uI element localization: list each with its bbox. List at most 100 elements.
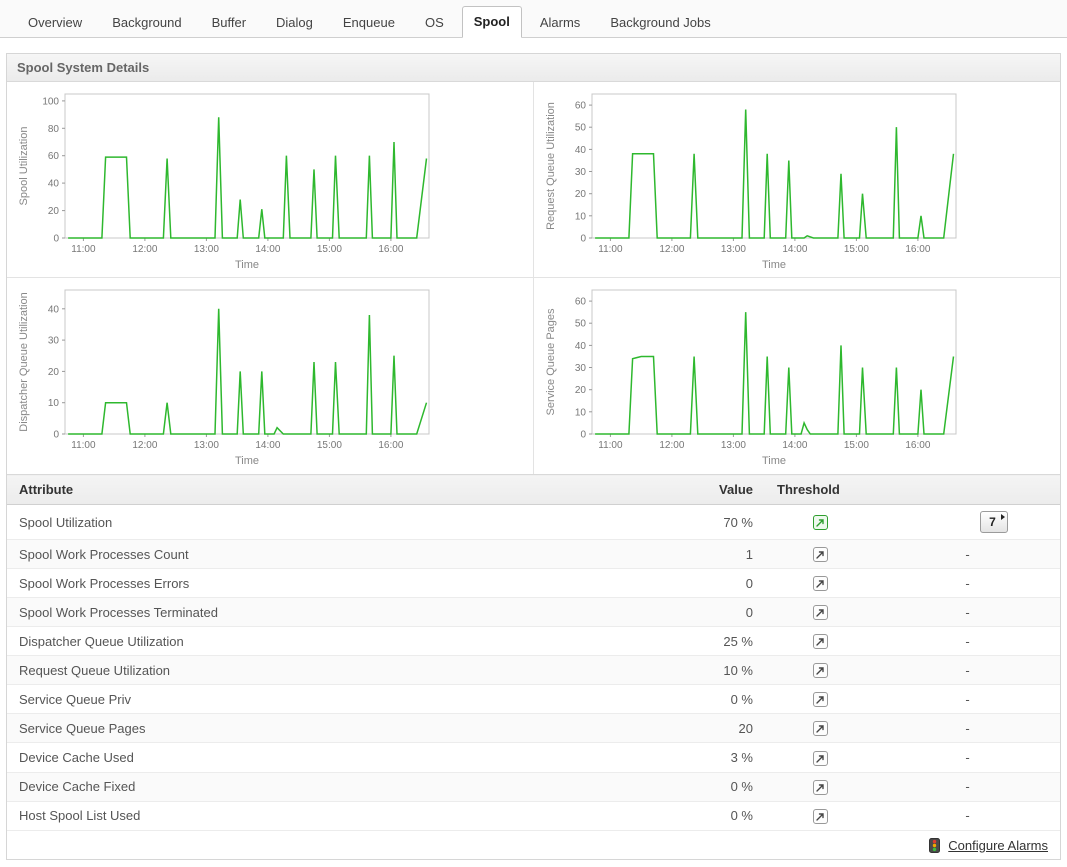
svg-text:14:00: 14:00: [782, 440, 807, 451]
attribute-cell: Service Queue Priv: [7, 684, 675, 715]
value-cell: 0 %: [675, 801, 765, 831]
svg-text:16:00: 16:00: [905, 440, 930, 451]
svg-text:10: 10: [574, 407, 586, 418]
svg-text:14:00: 14:00: [255, 244, 280, 255]
chart-svg-spool-utilization: 0 20 40 60 80 100 11:00 12:00 13:00 14:00 15:00 16:…: [18, 93, 430, 271]
svg-text:15:00: 15:00: [317, 244, 342, 255]
tab-background[interactable]: Background: [100, 7, 193, 38]
extra-cell: -: [875, 597, 1060, 628]
header-extra: [875, 474, 1060, 505]
svg-text:10: 10: [48, 398, 60, 409]
svg-text:20: 20: [48, 206, 60, 217]
svg-text:Time: Time: [761, 259, 785, 271]
svg-text:40: 40: [48, 179, 60, 190]
value-cell: 10 %: [675, 655, 765, 686]
table-row: Service Queue Pages 20 -: [7, 713, 1060, 744]
attribute-cell: Device Cache Fixed: [7, 772, 675, 802]
svg-text:Spool Utilization: Spool Utilization: [18, 127, 30, 206]
threshold-dash: -: [965, 604, 970, 620]
svg-text:11:00: 11:00: [71, 244, 96, 255]
svg-text:12:00: 12:00: [659, 244, 684, 255]
threshold-status-icon[interactable]: [812, 576, 828, 592]
threshold-dash: -: [965, 662, 970, 678]
svg-text:11:00: 11:00: [598, 440, 623, 451]
threshold-status-icon[interactable]: [812, 692, 828, 708]
value-cell: 0 %: [675, 772, 765, 802]
chart-svg-service-queue-pages: 0 10 20 30 40 50 60 11:00 12:00 13:00 14:00 15:00 16…: [545, 289, 956, 467]
svg-text:12:00: 12:00: [132, 244, 157, 255]
value-cell: 20: [675, 713, 765, 744]
table-footer: Configure Alarms: [7, 830, 1060, 859]
threshold-status-icon[interactable]: [812, 750, 828, 766]
table-row: Device Cache Fixed 0 % -: [7, 772, 1060, 802]
attribute-cell: Spool Work Processes Count: [7, 539, 675, 570]
chart-dispatcher-queue-utilization: 0 10 20 30 40 11:00 12:00 13:00 14:00 15:00 16:00 T…: [7, 278, 534, 474]
svg-text:60: 60: [48, 151, 60, 162]
extra-cell: -: [875, 742, 1060, 773]
svg-text:20: 20: [574, 189, 586, 200]
svg-text:0: 0: [53, 430, 59, 441]
history-period-button[interactable]: 7: [980, 511, 1008, 533]
table-row: Spool Work Processes Terminated 0 -: [7, 597, 1060, 628]
svg-text:16:00: 16:00: [378, 440, 403, 451]
threshold-dash: -: [965, 808, 970, 824]
svg-text:20: 20: [48, 367, 60, 378]
threshold-status-icon[interactable]: [812, 634, 828, 650]
svg-text:100: 100: [42, 96, 59, 107]
svg-text:40: 40: [48, 304, 60, 315]
tab-background-jobs[interactable]: Background Jobs: [598, 7, 722, 38]
value-cell: 70 %: [675, 504, 765, 540]
svg-text:Dispatcher Queue Utilization: Dispatcher Queue Utilization: [18, 292, 30, 431]
extra-cell: -: [875, 772, 1060, 802]
svg-text:15:00: 15:00: [843, 440, 868, 451]
svg-text:13:00: 13:00: [720, 244, 745, 255]
extra-cell: -: [875, 568, 1060, 599]
extra-cell: 7: [875, 504, 1060, 540]
threshold-status-icon[interactable]: [812, 808, 828, 824]
attribute-cell: Spool Work Processes Terminated: [7, 597, 675, 628]
table-row: Device Cache Used 3 % -: [7, 742, 1060, 773]
table-row: Spool Utilization 70 % 7: [7, 504, 1060, 540]
extra-cell: -: [875, 626, 1060, 657]
svg-text:12:00: 12:00: [132, 440, 157, 451]
tab-alarms[interactable]: Alarms: [528, 7, 592, 38]
threshold-dash: -: [965, 546, 970, 562]
tab-enqueue[interactable]: Enqueue: [331, 7, 407, 38]
svg-text:Service Queue Pages: Service Queue Pages: [545, 308, 557, 416]
tab-dialog[interactable]: Dialog: [264, 7, 325, 38]
threshold-status-icon[interactable]: [812, 515, 828, 531]
svg-text:60: 60: [574, 101, 586, 112]
tab-spool[interactable]: Spool: [461, 6, 522, 38]
extra-cell: -: [875, 801, 1060, 831]
svg-text:13:00: 13:00: [720, 440, 745, 451]
threshold-dash: -: [965, 691, 970, 707]
header-threshold: Threshold: [765, 474, 875, 505]
configure-alarms-link[interactable]: Configure Alarms: [948, 838, 1048, 853]
threshold-status-icon[interactable]: [812, 605, 828, 621]
chart-spool-utilization: 0 20 40 60 80 100 11:00 12:00 13:00 14:00 15:00 16:…: [7, 82, 534, 278]
threshold-status-icon[interactable]: [812, 547, 828, 563]
svg-text:Time: Time: [235, 455, 259, 467]
tab-os[interactable]: OS: [413, 7, 456, 38]
chart-svg-request-queue-utilization: 0 10 20 30 40 50 60 11:00 12:00 13:00 14:00 15:00 16…: [545, 93, 956, 271]
threshold-status-icon[interactable]: [812, 721, 828, 737]
value-cell: 25 %: [675, 626, 765, 657]
svg-text:30: 30: [574, 363, 586, 374]
extra-cell: -: [875, 713, 1060, 744]
tab-overview[interactable]: Overview: [16, 7, 94, 38]
svg-text:20: 20: [574, 385, 586, 396]
svg-text:50: 50: [574, 123, 586, 134]
extra-cell: -: [875, 655, 1060, 686]
threshold-status-icon[interactable]: [812, 663, 828, 679]
threshold-status-icon[interactable]: [812, 779, 828, 795]
threshold-dash: -: [965, 633, 970, 649]
svg-text:11:00: 11:00: [71, 440, 96, 451]
value-cell: 0: [675, 568, 765, 599]
tab-buffer[interactable]: Buffer: [200, 7, 258, 38]
threshold-cell: [765, 597, 875, 628]
chart-svg-dispatcher-queue-utilization: 0 10 20 30 40 11:00 12:00 13:00 14:00 15:00 16:00 T…: [18, 289, 430, 467]
table-header-row: Attribute Value Threshold: [7, 474, 1060, 505]
svg-text:0: 0: [580, 430, 586, 441]
value-cell: 0 %: [675, 684, 765, 715]
svg-text:80: 80: [48, 124, 60, 135]
